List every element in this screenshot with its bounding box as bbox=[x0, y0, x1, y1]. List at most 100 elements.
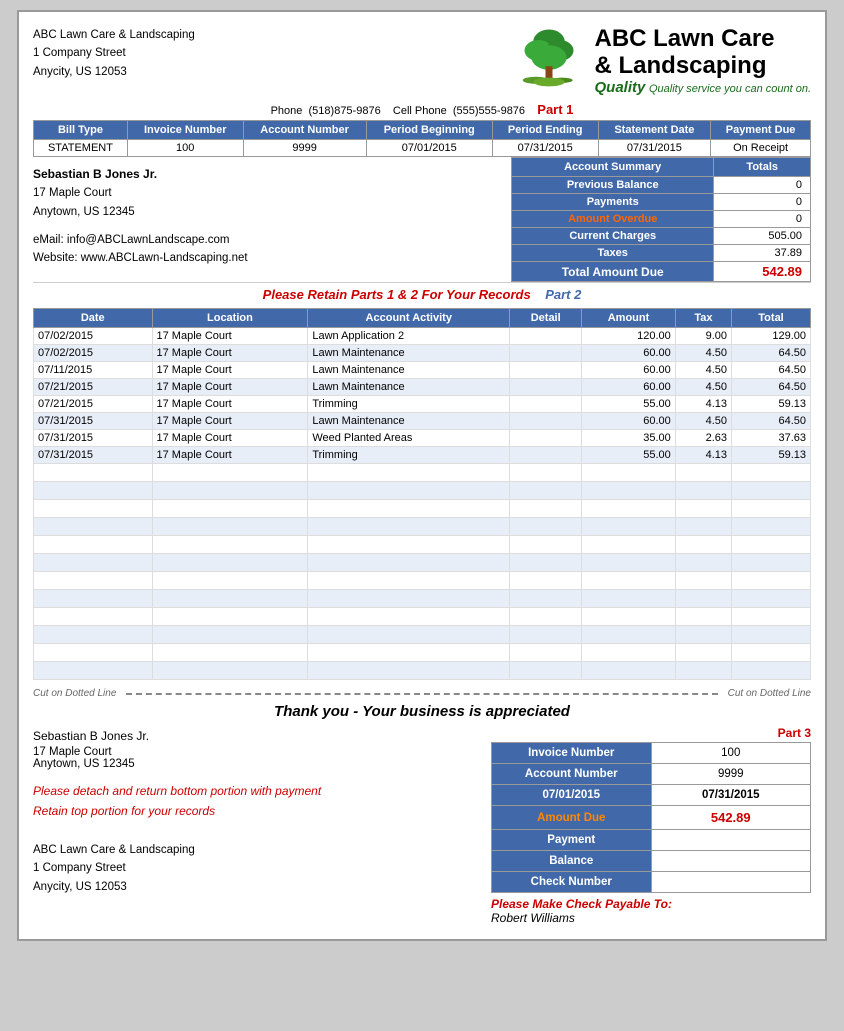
period-ending-value: 07/31/2015 bbox=[492, 140, 598, 157]
cell-amount: 60.00 bbox=[582, 345, 676, 362]
totals-title: Totals bbox=[714, 158, 811, 177]
cell-detail bbox=[510, 447, 582, 464]
payable-to: Please Make Check Payable To: Robert Wil… bbox=[491, 897, 811, 925]
cell-date: 07/31/2015 bbox=[34, 413, 153, 430]
location-header: Location bbox=[152, 309, 308, 328]
company-address2: Anycity, US 12053 bbox=[33, 63, 514, 81]
activity-table: Date Location Account Activity Detail Am… bbox=[33, 308, 811, 680]
empty-row bbox=[34, 572, 811, 590]
cell-location: 17 Maple Court bbox=[152, 447, 308, 464]
prev-balance-value: 0 bbox=[714, 177, 811, 194]
instruction-line2: Retain top portion for your records bbox=[33, 802, 471, 821]
pt-check-label: Check Number bbox=[492, 872, 652, 893]
cell-activity: Weed Planted Areas bbox=[308, 430, 510, 447]
account-number-value: 9999 bbox=[243, 140, 366, 157]
pt-payment-value bbox=[651, 830, 811, 851]
part3-label: Part 3 bbox=[491, 726, 811, 740]
cell-date: 07/11/2015 bbox=[34, 362, 153, 379]
customer-address2: Anytown, US 12345 bbox=[33, 203, 511, 221]
tax-header: Tax bbox=[675, 309, 731, 328]
dotted-line bbox=[126, 693, 717, 695]
empty-row bbox=[34, 482, 811, 500]
pt-period-begin: 07/01/2015 bbox=[492, 785, 652, 806]
payable-name: Robert Williams bbox=[491, 911, 575, 925]
current-charges-label: Current Charges bbox=[512, 228, 714, 245]
cell-location: 17 Maple Court bbox=[152, 413, 308, 430]
account-number-header: Account Number bbox=[243, 121, 366, 140]
activity-header: Account Activity bbox=[308, 309, 510, 328]
cell-amount: 60.00 bbox=[582, 362, 676, 379]
cell-date: 07/02/2015 bbox=[34, 328, 153, 345]
bottom-customer-address1: 17 Maple Court bbox=[33, 746, 471, 758]
cell-detail bbox=[510, 328, 582, 345]
bottom-company-address: ABC Lawn Care & Landscaping 1 Company St… bbox=[33, 841, 471, 896]
period-beginning-value: 07/01/2015 bbox=[366, 140, 492, 157]
table-row: 07/02/2015 17 Maple Court Lawn Applicati… bbox=[34, 328, 811, 345]
cell-tax: 4.13 bbox=[675, 447, 731, 464]
cell-date: 07/31/2015 bbox=[34, 430, 153, 447]
cut-text-left: Cut on Dotted Line bbox=[33, 688, 116, 699]
taxes-value: 37.89 bbox=[714, 245, 811, 262]
cell-detail bbox=[510, 345, 582, 362]
table-row: 07/31/2015 17 Maple Court Weed Planted A… bbox=[34, 430, 811, 447]
phone-number: (518)875-9876 bbox=[309, 105, 381, 117]
cell-amount: 60.00 bbox=[582, 413, 676, 430]
cell-activity: Trimming bbox=[308, 396, 510, 413]
cell-total: 64.50 bbox=[732, 379, 811, 396]
bottom-section: Sebastian B Jones Jr. 17 Maple Court Any… bbox=[33, 726, 811, 925]
cell-location: 17 Maple Court bbox=[152, 379, 308, 396]
part1-label: Part 1 bbox=[537, 102, 573, 117]
company-address1: 1 Company Street bbox=[33, 44, 514, 62]
cell-detail bbox=[510, 379, 582, 396]
cell-location: 17 Maple Court bbox=[152, 328, 308, 345]
customer-name: Sebastian B Jones Jr. bbox=[33, 165, 511, 184]
cell-tax: 4.50 bbox=[675, 379, 731, 396]
cell-location: 17 Maple Court bbox=[152, 345, 308, 362]
pt-invoice-value: 100 bbox=[651, 743, 811, 764]
bottom-company-name: ABC Lawn Care & Landscaping bbox=[33, 841, 471, 859]
retain-message: Please Retain Parts 1 & 2 For Your Recor… bbox=[33, 282, 811, 306]
bottom-company-address2: Anycity, US 12053 bbox=[33, 878, 471, 896]
bottom-customer-name: Sebastian B Jones Jr. bbox=[33, 726, 471, 746]
logo-text: ABC Lawn Care & Landscaping Quality Qual… bbox=[594, 26, 811, 96]
empty-row bbox=[34, 500, 811, 518]
invoice-document: ABC Lawn Care & Landscaping 1 Company St… bbox=[17, 10, 827, 941]
account-summary: Account Summary Totals Previous Balance … bbox=[511, 157, 811, 282]
cell-detail bbox=[510, 430, 582, 447]
cell-total: 129.00 bbox=[732, 328, 811, 345]
payment-due-value: On Receipt bbox=[711, 140, 811, 157]
empty-row bbox=[34, 626, 811, 644]
instruction-line1: Please detach and return bottom portion … bbox=[33, 782, 471, 801]
cell-location: 17 Maple Court bbox=[152, 362, 308, 379]
table-row: 07/11/2015 17 Maple Court Lawn Maintenan… bbox=[34, 362, 811, 379]
pt-payment-label: Payment bbox=[492, 830, 652, 851]
empty-row bbox=[34, 662, 811, 680]
logo-section: ABC Lawn Care & Landscaping Quality Qual… bbox=[514, 26, 811, 96]
bill-type-header: Bill Type bbox=[34, 121, 128, 140]
contact-info: eMail: info@ABCLawnLandscape.com Website… bbox=[33, 231, 511, 268]
cell-tax: 4.50 bbox=[675, 345, 731, 362]
cell-total: 59.13 bbox=[732, 396, 811, 413]
prev-balance-label: Previous Balance bbox=[512, 177, 714, 194]
pt-check-value bbox=[651, 872, 811, 893]
empty-row bbox=[34, 518, 811, 536]
pt-period-end: 07/31/2015 bbox=[651, 785, 811, 806]
phone-label: Phone bbox=[271, 105, 303, 117]
cell-total: 64.50 bbox=[732, 345, 811, 362]
empty-row bbox=[34, 590, 811, 608]
email-label: eMail: bbox=[33, 234, 64, 246]
table-row: 07/02/2015 17 Maple Court Lawn Maintenan… bbox=[34, 345, 811, 362]
cell-date: 07/02/2015 bbox=[34, 345, 153, 362]
bottom-right: Part 3 Invoice Number 100 Account Number… bbox=[491, 726, 811, 925]
total-label: Total Amount Due bbox=[512, 262, 714, 282]
empty-row bbox=[34, 644, 811, 662]
invoice-number-header: Invoice Number bbox=[127, 121, 243, 140]
overdue-label: Amount Overdue bbox=[512, 211, 714, 228]
cell-total: 37.63 bbox=[732, 430, 811, 447]
website-value: www.ABCLawn-Landscaping.net bbox=[81, 252, 248, 264]
bottom-company-address1: 1 Company Street bbox=[33, 859, 471, 877]
billing-table: Bill Type Invoice Number Account Number … bbox=[33, 120, 811, 157]
empty-row bbox=[34, 536, 811, 554]
payment-due-header: Payment Due bbox=[711, 121, 811, 140]
customer-address: Sebastian B Jones Jr. 17 Maple Court Any… bbox=[33, 157, 511, 282]
